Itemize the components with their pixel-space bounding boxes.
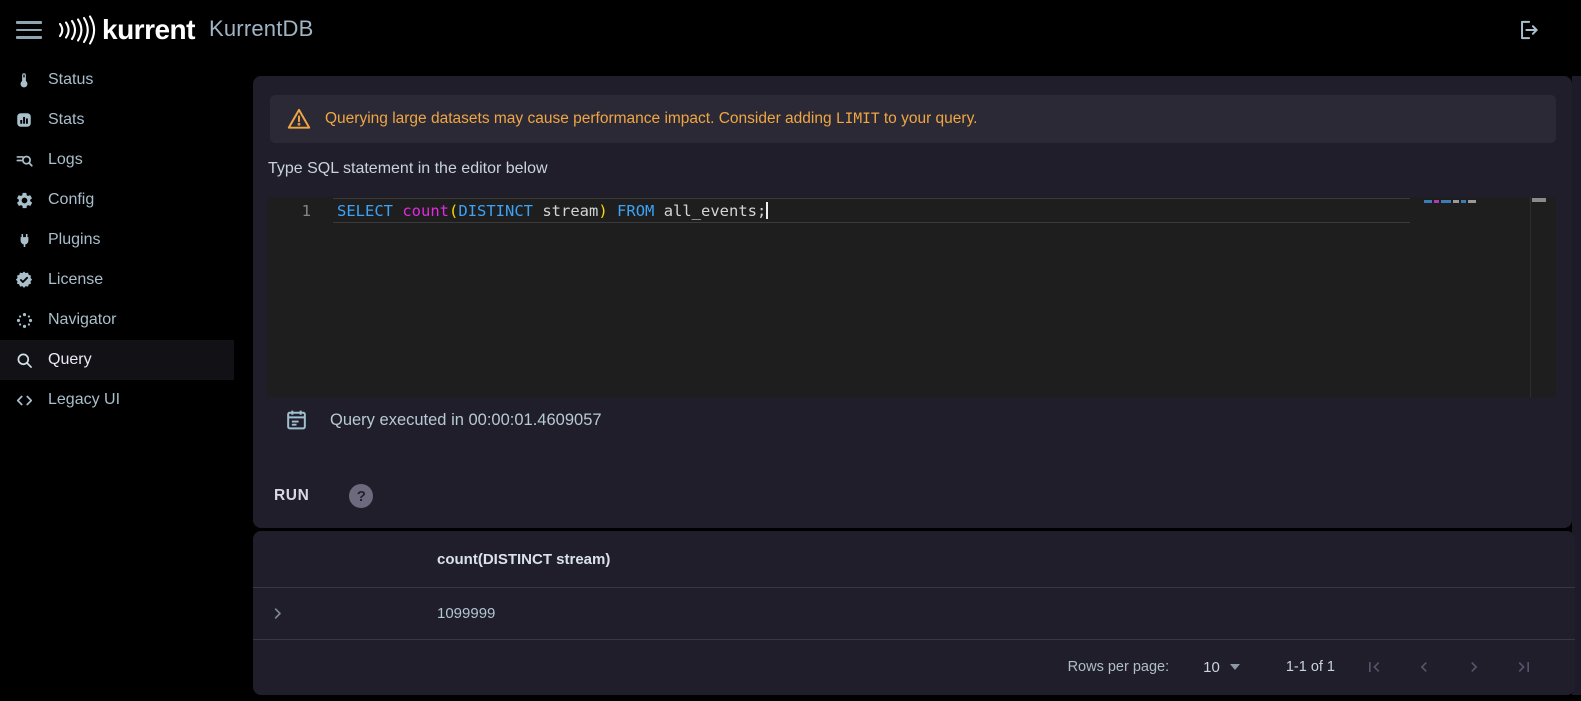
bar-chart-icon — [14, 110, 34, 130]
pagination-bar: Rows per page: 10 1-1 of 1 — [253, 640, 1575, 694]
execution-status-row: Query executed in 00:00:01.4609057 — [284, 407, 602, 433]
next-page-button[interactable] — [1449, 649, 1499, 685]
scrollbar-track — [1530, 197, 1531, 397]
sidebar-item-license[interactable]: License — [0, 260, 234, 300]
table-row: 1099999 — [253, 588, 1575, 640]
minimap[interactable] — [1424, 200, 1476, 203]
log-search-icon — [14, 150, 34, 170]
gear-icon — [14, 190, 34, 210]
logout-icon[interactable] — [1515, 17, 1541, 43]
thermometer-icon — [14, 70, 34, 90]
editor-instruction-label: Type SQL statement in the editor below — [268, 160, 548, 177]
pagination-controls — [1349, 649, 1549, 685]
warning-triangle-icon — [286, 106, 312, 132]
run-row: RUN ? — [272, 481, 374, 511]
rows-per-page-value: 10 — [1203, 658, 1220, 676]
results-header-row: count(DISTINCT stream) — [253, 531, 1575, 588]
sidebar-item-label: Legacy UI — [48, 391, 121, 408]
sidebar-item-plugins[interactable]: Plugins — [0, 220, 234, 260]
sidebar-item-label: Status — [48, 71, 94, 88]
sidebar-item-logs[interactable]: Logs — [0, 140, 234, 180]
line-number: 1 — [301, 202, 311, 220]
sidebar-item-label: License — [48, 271, 104, 288]
sidebar-item-stats[interactable]: Stats — [0, 100, 234, 140]
sql-statement[interactable]: SELECT count(DISTINCT stream) FROM all_e… — [337, 199, 769, 223]
execution-time-icon — [284, 407, 309, 433]
run-button[interactable]: RUN — [272, 481, 311, 511]
sidebar-item-query[interactable]: Query — [0, 340, 234, 380]
execution-status-text: Query executed in 00:00:01.4609057 — [330, 410, 602, 429]
query-panel: Querying large datasets may cause perfor… — [253, 76, 1572, 528]
limit-keyword: LIMIT — [835, 111, 880, 127]
page-range-label: 1-1 of 1 — [1285, 659, 1335, 675]
performance-warning-banner: Querying large datasets may cause perfor… — [270, 95, 1556, 143]
top-bar: kurrent KurrentDB — [0, 0, 1581, 60]
sidebar-item-legacy-ui[interactable]: Legacy UI — [0, 380, 234, 420]
sidebar: Status Stats Logs Config Plugins License… — [0, 60, 234, 701]
search-icon — [14, 350, 34, 370]
column-header: count(DISTINCT stream) — [437, 550, 611, 568]
code-brackets-icon — [14, 390, 34, 410]
help-icon[interactable]: ? — [349, 484, 374, 508]
rows-per-page-label: Rows per page: — [1067, 659, 1170, 675]
sidebar-item-label: Stats — [48, 111, 85, 128]
cell-value: 1099999 — [437, 605, 496, 622]
sidebar-item-status[interactable]: Status — [0, 60, 234, 100]
brand-name: kurrent — [102, 14, 195, 45]
previous-page-button[interactable] — [1399, 649, 1449, 685]
results-table: count(DISTINCT stream) 1099999 Rows per … — [253, 531, 1575, 695]
menu-icon[interactable] — [16, 18, 44, 42]
last-page-button[interactable] — [1499, 649, 1549, 685]
first-page-button[interactable] — [1349, 649, 1399, 685]
warning-text: Querying large datasets may cause perfor… — [325, 110, 978, 127]
sidebar-item-label: Config — [48, 191, 95, 208]
sidebar-item-label: Plugins — [48, 231, 101, 248]
kurrent-waves-icon — [58, 15, 96, 45]
license-badge-icon — [14, 270, 34, 290]
sidebar-item-config[interactable]: Config — [0, 180, 234, 220]
sidebar-item-label: Logs — [48, 151, 83, 168]
plug-icon — [14, 230, 34, 250]
sql-code-editor[interactable]: 1 SELECT count(DISTINCT stream) FROM all… — [267, 197, 1556, 397]
chevron-down-icon — [1229, 664, 1240, 670]
sidebar-item-navigator[interactable]: Navigator — [0, 300, 234, 340]
text-cursor — [766, 202, 769, 219]
sidebar-item-label: Navigator — [48, 311, 117, 328]
row-expand-chevron-icon[interactable] — [265, 602, 289, 626]
kurrent-logo: kurrent — [56, 10, 195, 50]
app-title: KurrentDB — [209, 16, 314, 41]
scrollbar-thumb[interactable] — [1532, 198, 1546, 202]
navigator-dots-icon — [14, 310, 34, 330]
sidebar-item-label: Query — [48, 351, 92, 368]
rows-per-page-select[interactable]: 10 — [1203, 659, 1240, 676]
